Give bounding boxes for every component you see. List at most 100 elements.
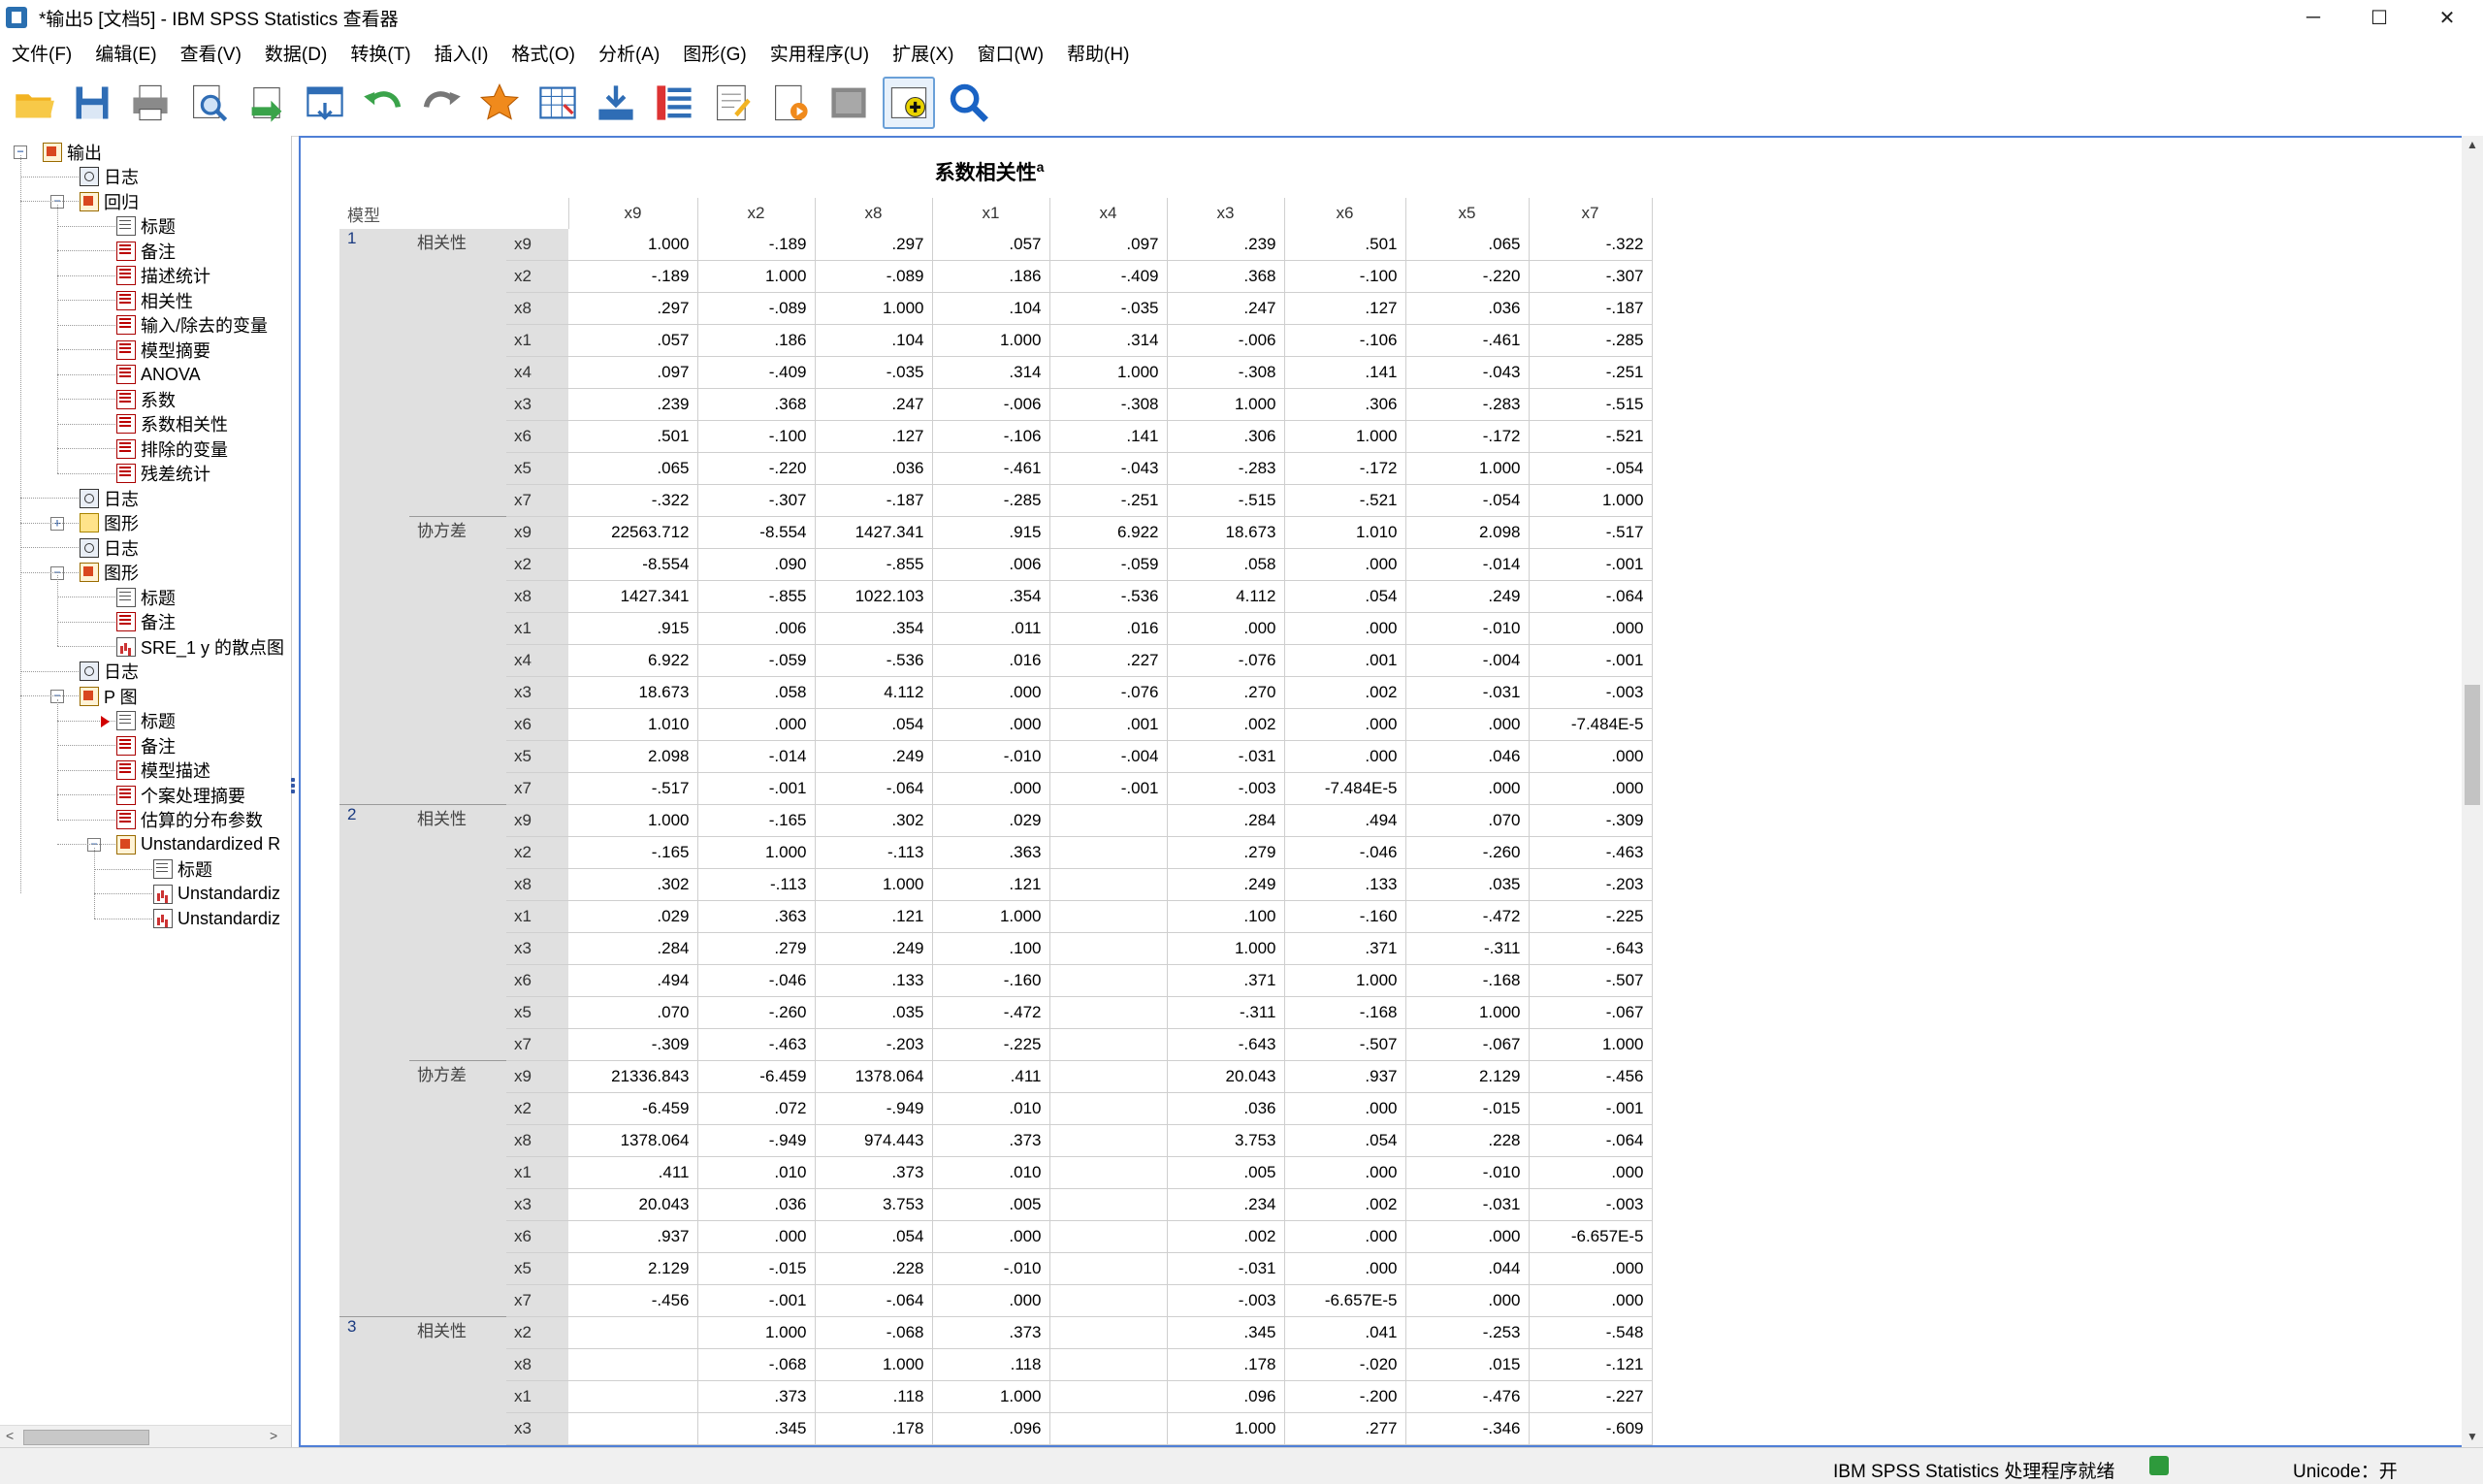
table-cell[interactable]: .072 (697, 1092, 816, 1125)
outline-item[interactable]: 备注 (116, 733, 176, 758)
table-cell[interactable]: 1.000 (697, 1316, 816, 1349)
table-cell[interactable]: -.517 (568, 772, 698, 805)
table-cell[interactable]: 1427.341 (815, 516, 933, 549)
table-cell[interactable]: -.160 (1284, 900, 1406, 933)
table-cell[interactable] (1049, 1028, 1168, 1061)
table-cell[interactable]: .035 (815, 996, 933, 1029)
table-cell[interactable]: -.100 (697, 420, 816, 453)
menu-utilities[interactable]: 实用程序(U) (766, 38, 873, 68)
table-cell[interactable]: -6.657E-5 (1529, 1220, 1653, 1253)
table-cell[interactable]: 3.753 (815, 1188, 933, 1221)
table-cell[interactable]: 6.922 (1049, 516, 1168, 549)
table-cell[interactable]: .279 (697, 932, 816, 965)
table-cell[interactable]: .000 (1405, 708, 1530, 741)
outline-item[interactable]: 系数 (116, 387, 176, 411)
table-cell[interactable]: -.307 (1529, 260, 1653, 293)
table-cell[interactable]: .270 (1167, 676, 1285, 709)
table-cell[interactable]: .058 (1167, 548, 1285, 581)
goto-case-icon[interactable] (533, 79, 582, 127)
table-cell[interactable]: .001 (1284, 644, 1406, 677)
table-cell[interactable]: -.609 (1529, 1412, 1653, 1445)
table-cell[interactable]: -.285 (932, 484, 1050, 517)
table-cell[interactable]: .249 (815, 932, 933, 965)
table-cell[interactable]: .010 (932, 1156, 1050, 1189)
table-cell[interactable]: -.220 (697, 452, 816, 485)
open-icon[interactable] (10, 79, 58, 127)
table-cell[interactable]: -.113 (697, 868, 816, 901)
table-cell[interactable]: 974.443 (815, 1124, 933, 1157)
table-cell[interactable]: -.160 (932, 964, 1050, 997)
table-cell[interactable]: .363 (697, 900, 816, 933)
table-cell[interactable]: .016 (932, 644, 1050, 677)
table-cell[interactable]: .054 (1284, 1124, 1406, 1157)
table-cell[interactable] (1049, 1060, 1168, 1093)
table-cell[interactable]: .411 (568, 1156, 698, 1189)
table-cell[interactable]: -.172 (1405, 420, 1530, 453)
table-cell[interactable]: 1.000 (1405, 452, 1530, 485)
table-cell[interactable]: .065 (1405, 229, 1530, 261)
table-cell[interactable]: -.251 (1529, 356, 1653, 389)
table-cell[interactable]: -.309 (1529, 804, 1653, 837)
table-cell[interactable]: .249 (1167, 868, 1285, 901)
table-cell[interactable]: .279 (1167, 836, 1285, 869)
table-cell[interactable]: .373 (932, 1124, 1050, 1157)
expand-collapse-icon[interactable]: + (50, 516, 64, 531)
table-cell[interactable]: 1.000 (568, 804, 698, 837)
scroll-up-icon[interactable]: ▲ (2467, 138, 2478, 151)
table-cell[interactable]: .186 (932, 260, 1050, 293)
table-cell[interactable]: .000 (1284, 1220, 1406, 1253)
table-cell[interactable]: -.643 (1529, 932, 1653, 965)
export-icon[interactable] (242, 79, 291, 127)
outline-item[interactable]: 模型摘要 (116, 338, 210, 362)
table-cell[interactable]: .345 (697, 1412, 816, 1445)
table-cell[interactable]: .010 (932, 1092, 1050, 1125)
table-cell[interactable]: -.461 (1405, 324, 1530, 357)
outline-item[interactable]: Unstandardiz (153, 907, 280, 931)
table-cell[interactable]: -.260 (697, 996, 816, 1029)
table-cell[interactable]: .002 (1284, 1188, 1406, 1221)
table-cell[interactable]: -.020 (1284, 1348, 1406, 1381)
table-cell[interactable] (568, 1348, 698, 1381)
scroll-right-icon[interactable]: > (270, 1428, 277, 1443)
table-cell[interactable]: -.003 (1167, 772, 1285, 805)
table-cell[interactable]: .234 (1167, 1188, 1285, 1221)
table-cell[interactable]: .104 (815, 324, 933, 357)
table-cell[interactable]: 1022.103 (815, 580, 933, 613)
table-cell[interactable]: -.225 (1529, 900, 1653, 933)
table-cell[interactable]: .411 (932, 1060, 1050, 1093)
table-cell[interactable]: .354 (815, 612, 933, 645)
outline-item[interactable]: 备注 (116, 610, 176, 634)
table-cell[interactable] (1049, 1220, 1168, 1253)
table-cell[interactable]: -.059 (1049, 548, 1168, 581)
table-cell[interactable]: .368 (697, 388, 816, 421)
table-cell[interactable]: -.456 (1529, 1060, 1653, 1093)
table-cell[interactable]: -.059 (697, 644, 816, 677)
outline-item[interactable]: 排除的变量 (116, 436, 228, 461)
table-cell[interactable]: .284 (1167, 804, 1285, 837)
table-cell[interactable]: .000 (932, 708, 1050, 741)
table-cell[interactable]: -.031 (1405, 1188, 1530, 1221)
table-cell[interactable]: .070 (568, 996, 698, 1029)
table-cell[interactable]: -.283 (1405, 388, 1530, 421)
table-cell[interactable]: 1.000 (1167, 1412, 1285, 1445)
menu-edit[interactable]: 编辑(E) (91, 38, 160, 68)
table-cell[interactable]: .036 (1405, 292, 1530, 325)
table-cell[interactable] (1049, 1316, 1168, 1349)
outline-item[interactable]: SRE_1 y 的散点图 (116, 634, 284, 659)
table-cell[interactable]: -.521 (1284, 484, 1406, 517)
table-cell[interactable]: -.001 (697, 772, 816, 805)
table-cell[interactable]: -.283 (1167, 452, 1285, 485)
script-icon[interactable] (766, 79, 815, 127)
table-cell[interactable] (568, 1380, 698, 1413)
variables-icon[interactable] (650, 79, 698, 127)
outline-item[interactable]: 标题 (153, 857, 212, 882)
table-cell[interactable]: -.015 (1405, 1092, 1530, 1125)
outline-item[interactable]: 标题 (116, 709, 176, 733)
table-cell[interactable]: .015 (1405, 1348, 1530, 1381)
table-cell[interactable]: -.003 (1529, 1188, 1653, 1221)
table-cell[interactable]: .029 (568, 900, 698, 933)
table-cell[interactable]: -.260 (1405, 836, 1530, 869)
table-cell[interactable]: -.855 (697, 580, 816, 613)
table-cell[interactable]: .036 (1167, 1092, 1285, 1125)
table-cell[interactable]: -.014 (697, 740, 816, 773)
